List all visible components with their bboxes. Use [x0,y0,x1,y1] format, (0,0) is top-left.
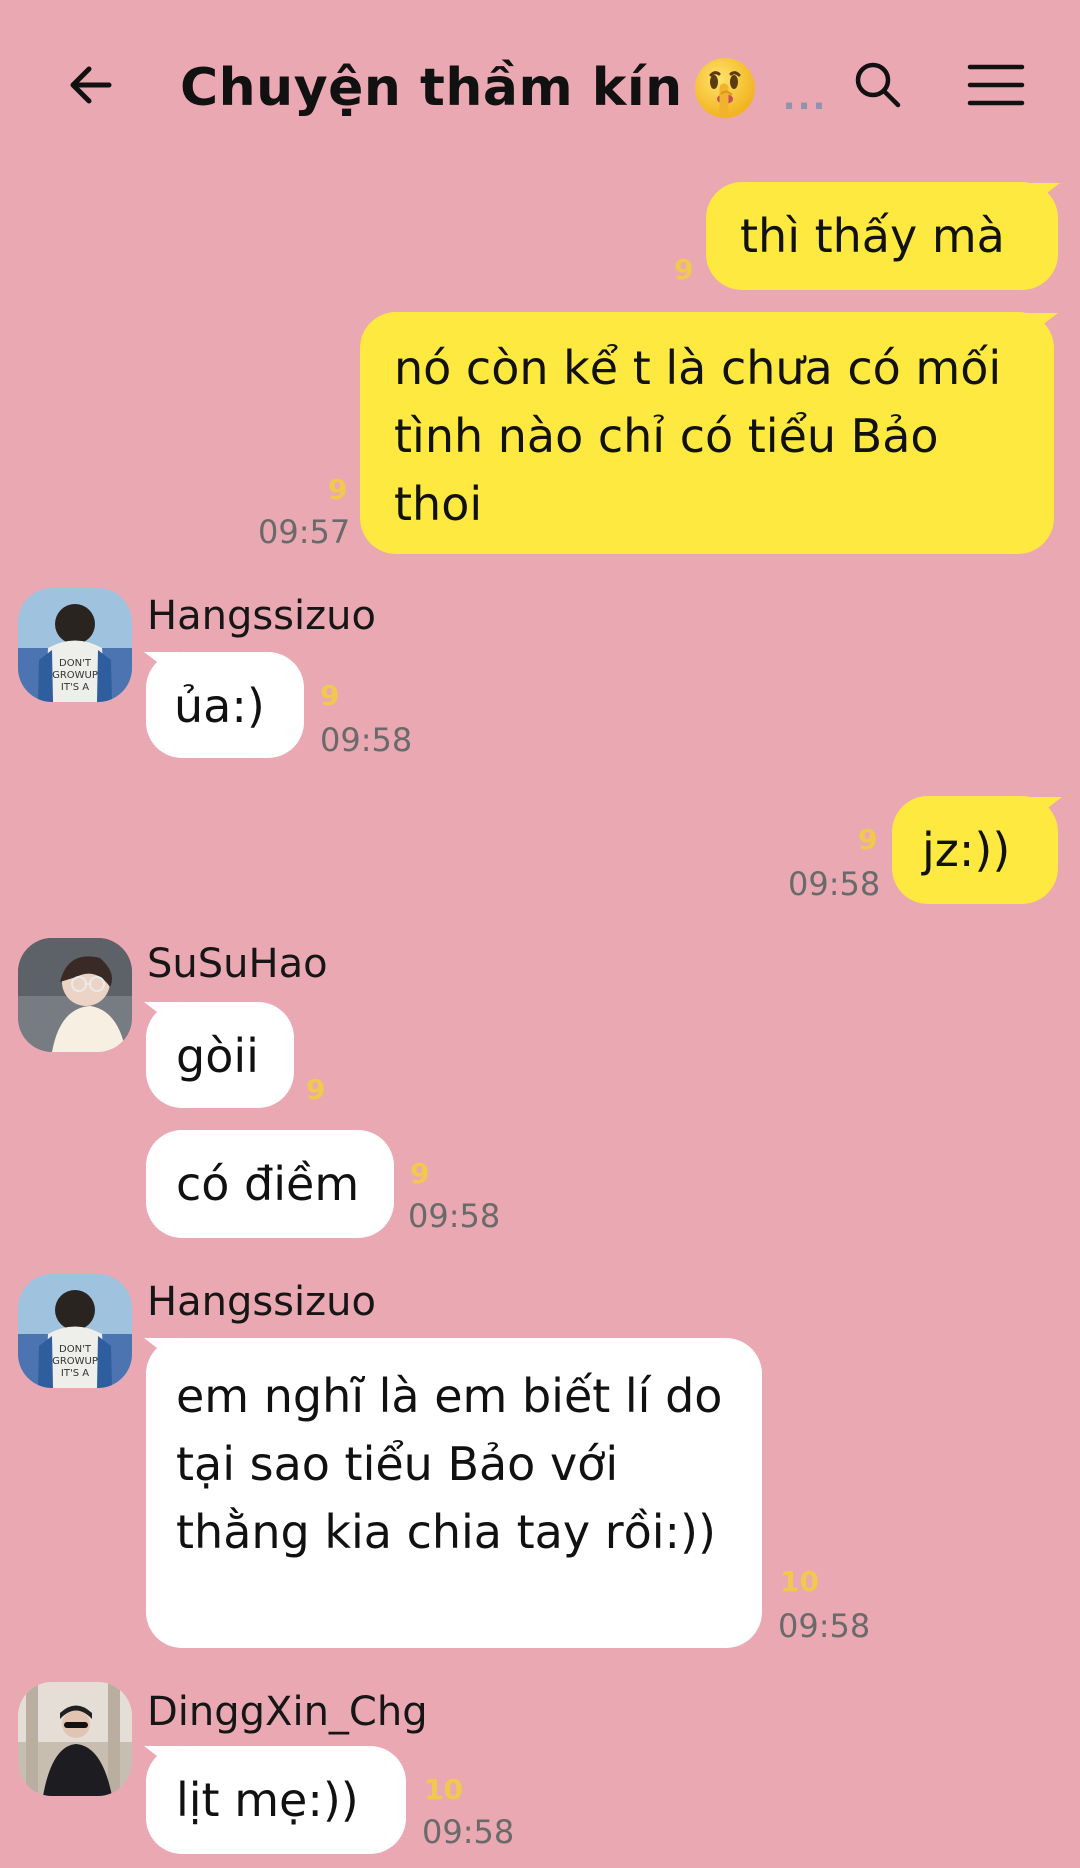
message-text: gòii [176,1029,259,1083]
back-button[interactable] [50,45,130,125]
search-icon [855,62,901,108]
message-time: 09:57 [258,513,351,551]
svg-text:DON'T: DON'T [59,1344,92,1355]
message-text: ủa:) [174,679,265,733]
sender-name: Hangssizuo [147,1279,376,1325]
message-time: 09:58 [788,865,881,903]
hamburger-menu-icon [967,64,1025,106]
unread-count: 9 [320,679,340,712]
avatar-dinggxin-chg[interactable] [18,1682,132,1796]
outgoing-message-bubble[interactable]: thì thấy mà [706,182,1058,290]
sender-name: SuSuHao [147,941,328,987]
unread-count: 10 [424,1773,463,1806]
message-text: jz:)) [922,823,1011,877]
unread-count: 9 [858,823,878,856]
message-time: 09:58 [408,1197,501,1235]
message-time: 09:58 [422,1813,515,1851]
outgoing-message-bubble[interactable]: nó còn kể t là chưa có mối tình nào chỉ … [360,312,1054,554]
avatar-hangssizuo[interactable]: DON'T GROWUP IT'S A [18,588,132,702]
svg-text:IT'S A: IT'S A [61,1368,89,1379]
message-time: 09:58 [320,721,413,759]
sender-name: Hangssizuo [147,593,376,639]
unread-count: 9 [328,473,348,506]
svg-text:GROWUP: GROWUP [52,670,98,681]
message-text: thì thấy mà [740,209,1005,263]
title-more-indicator: ... [782,78,828,118]
chat-title-area[interactable]: Chuyện thầm kín ... [180,48,825,128]
message-text: em nghĩ là em biết lí do tại sao tiểu Bả… [176,1369,723,1559]
search-button[interactable] [838,45,918,125]
chat-header: Chuyện thầm kín ... [0,0,1080,160]
chat-screen: Chuyện thầm kín ... thì thấy mà 9 nó còn… [0,0,1080,1868]
incoming-message-bubble[interactable]: có điềm [146,1130,394,1238]
chat-title: Chuyện thầm kín [180,58,683,118]
shushing-face-emoji [689,52,761,124]
unread-count: 10 [780,1565,819,1598]
menu-button[interactable] [956,45,1036,125]
message-time: 09:58 [778,1607,871,1645]
svg-text:DON'T: DON'T [59,658,92,669]
message-text: lịt mẹ:)) [176,1773,359,1827]
message-text: có điềm [176,1157,360,1211]
message-text: nó còn kể t là chưa có mối tình nào chỉ … [394,341,1002,531]
sender-name: DinggXin_Chg [147,1689,428,1735]
incoming-message-bubble[interactable]: em nghĩ là em biết lí do tại sao tiểu Bả… [146,1338,762,1648]
incoming-message-bubble[interactable]: lịt mẹ:)) [146,1746,406,1854]
arrow-left-icon [70,66,112,104]
unread-count: 9 [410,1157,430,1190]
unread-count: 9 [674,253,694,286]
svg-text:GROWUP: GROWUP [52,1356,98,1367]
svg-text:IT'S A: IT'S A [61,682,89,693]
avatar-susuhao[interactable] [18,938,132,1052]
unread-count: 9 [306,1073,326,1106]
avatar-hangssizuo[interactable]: DON'T GROWUP IT'S A [18,1274,132,1388]
